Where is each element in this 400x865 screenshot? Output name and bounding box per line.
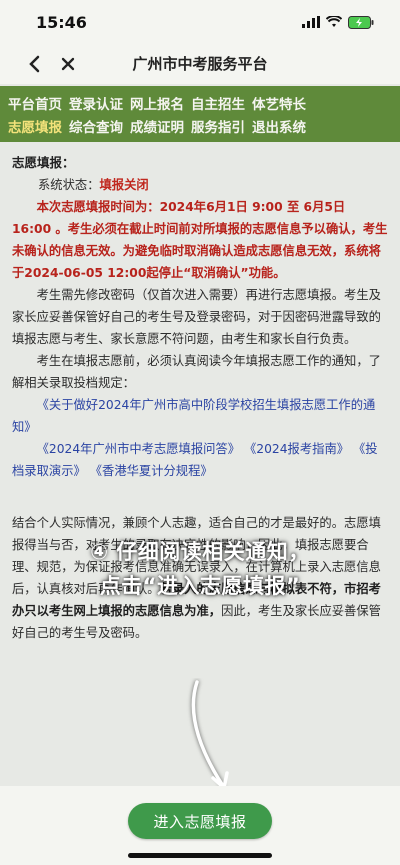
- status-time: 15:46: [36, 12, 87, 32]
- menu-item-registration[interactable]: 网上报名: [130, 93, 184, 113]
- status-bar: 15:46: [0, 0, 400, 44]
- menu-item-independent-enrollment[interactable]: 自主招生: [191, 93, 245, 113]
- enter-application-button[interactable]: 进入志愿填报: [128, 803, 272, 839]
- signal-icon: [302, 16, 320, 28]
- read-notice-intro: 考生在填报志愿前，必须认真阅读今年填报志愿工作的通知，了解相关录取投档规定：: [12, 354, 381, 390]
- notice-link[interactable]: 《关于做好2024年广州市高中阶段学校招生填报志愿工作的通知》: [12, 398, 375, 434]
- system-status: 系统状态：填报关闭: [12, 174, 388, 196]
- battery-charging-icon: [348, 15, 374, 29]
- status-icons: [302, 15, 374, 29]
- guide-link[interactable]: 《2024报考指南》: [244, 442, 349, 456]
- menu-item-login[interactable]: 登录认证: [69, 93, 123, 113]
- hk-score-link[interactable]: 《香港华夏计分规程》: [90, 464, 213, 478]
- menu-item-query[interactable]: 综合查询: [69, 116, 123, 136]
- close-icon: [61, 57, 75, 71]
- application-content: 志愿填报： 系统状态：填报关闭 本次志愿填报时间为：2024年6月1日 9:00…: [0, 146, 400, 786]
- password-notice: 考生需先修改密码（仅首次进入需要）再进行志愿填报。考生及家长应妥善保管好自己的考…: [12, 288, 381, 346]
- menu-item-service-guide[interactable]: 服务指引: [191, 116, 245, 136]
- main-menu: 平台首页 登录认证 网上报名 自主招生 体艺特长 志愿填报 综合查询 成绩证明 …: [0, 86, 400, 142]
- chevron-left-icon: [29, 55, 40, 73]
- home-indicator: [128, 853, 272, 858]
- deadline-warning: 本次志愿填报时间为：2024年6月1日 9:00 至 6月5日 16:00 。考…: [12, 200, 388, 280]
- qa-link-line: 《2024年广州市中考志愿填报问答》 《2024报考指南》 《投档录取演示》 《…: [12, 438, 388, 482]
- qa-link[interactable]: 《2024年广州市中考志愿填报问答》: [37, 442, 240, 456]
- nav-bar: 广州市中考服务平台: [0, 44, 400, 84]
- section-title: 志愿填报：: [12, 155, 75, 170]
- status-badge: 填报关闭: [99, 178, 149, 192]
- menu-item-logout[interactable]: 退出系统: [252, 116, 306, 136]
- status-label: 系统状态：: [38, 178, 100, 192]
- menu-item-home[interactable]: 平台首页: [8, 93, 62, 113]
- menu-row-1: 平台首页 登录认证 网上报名 自主招生 体艺特长: [8, 91, 400, 114]
- back-button[interactable]: [22, 50, 46, 78]
- menu-item-score-certificate[interactable]: 成绩证明: [130, 116, 184, 136]
- wifi-icon: [326, 16, 342, 27]
- menu-item-application[interactable]: 志愿填报: [8, 116, 62, 136]
- close-button[interactable]: [56, 50, 80, 78]
- notice-link-line: 《关于做好2024年广州市高中阶段学校招生填报志愿工作的通知》: [12, 394, 388, 438]
- advice-paragraph: 结合个人实际情况，兼顾个人志趣，适合自己的才是最好的。志愿填报得当与否，对考生的…: [12, 512, 388, 644]
- menu-item-arts-sports[interactable]: 体艺特长: [252, 93, 306, 113]
- menu-row-2: 志愿填报 综合查询 成绩证明 服务指引 退出系统: [8, 114, 400, 137]
